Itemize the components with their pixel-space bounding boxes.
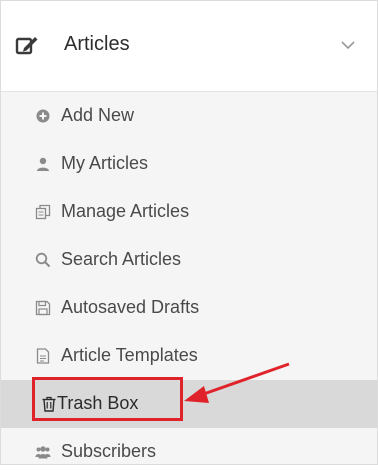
user-icon	[37, 157, 49, 171]
floppy-disk-icon	[35, 300, 51, 316]
menu-item-label: Subscribers	[61, 441, 157, 461]
plus-circle-icon	[36, 109, 50, 123]
menu-item-search-articles[interactable]: Search Articles	[1, 236, 377, 284]
menu-item-label: My Articles	[61, 153, 149, 173]
menu-item-autosaved-drafts[interactable]: Autosaved Drafts	[1, 284, 377, 332]
menu-item-my-articles[interactable]: My Articles	[1, 140, 377, 188]
menu-item-label: Add New	[61, 105, 135, 125]
users-icon	[35, 446, 51, 459]
copy-icon	[35, 204, 51, 220]
document-icon	[36, 348, 50, 364]
menu-item-subscribers[interactable]: Subscribers	[1, 428, 377, 476]
chevron-down-icon[interactable]	[339, 39, 357, 51]
menu-item-label: Search Articles	[61, 249, 182, 269]
menu-item-label: Manage Articles	[61, 201, 190, 221]
search-icon	[35, 252, 51, 268]
articles-menu-title: Articles	[64, 33, 130, 55]
trash-box-highlight-box	[32, 377, 183, 421]
menu-item-add-new[interactable]: Add New	[1, 92, 377, 140]
menu-item-manage-articles[interactable]: Manage Articles	[1, 188, 377, 236]
edit-icon	[15, 37, 38, 55]
menu-item-label: Autosaved Drafts	[61, 297, 200, 317]
annotation-arrow	[184, 362, 290, 403]
articles-menu-header[interactable]: Articles	[1, 1, 377, 92]
